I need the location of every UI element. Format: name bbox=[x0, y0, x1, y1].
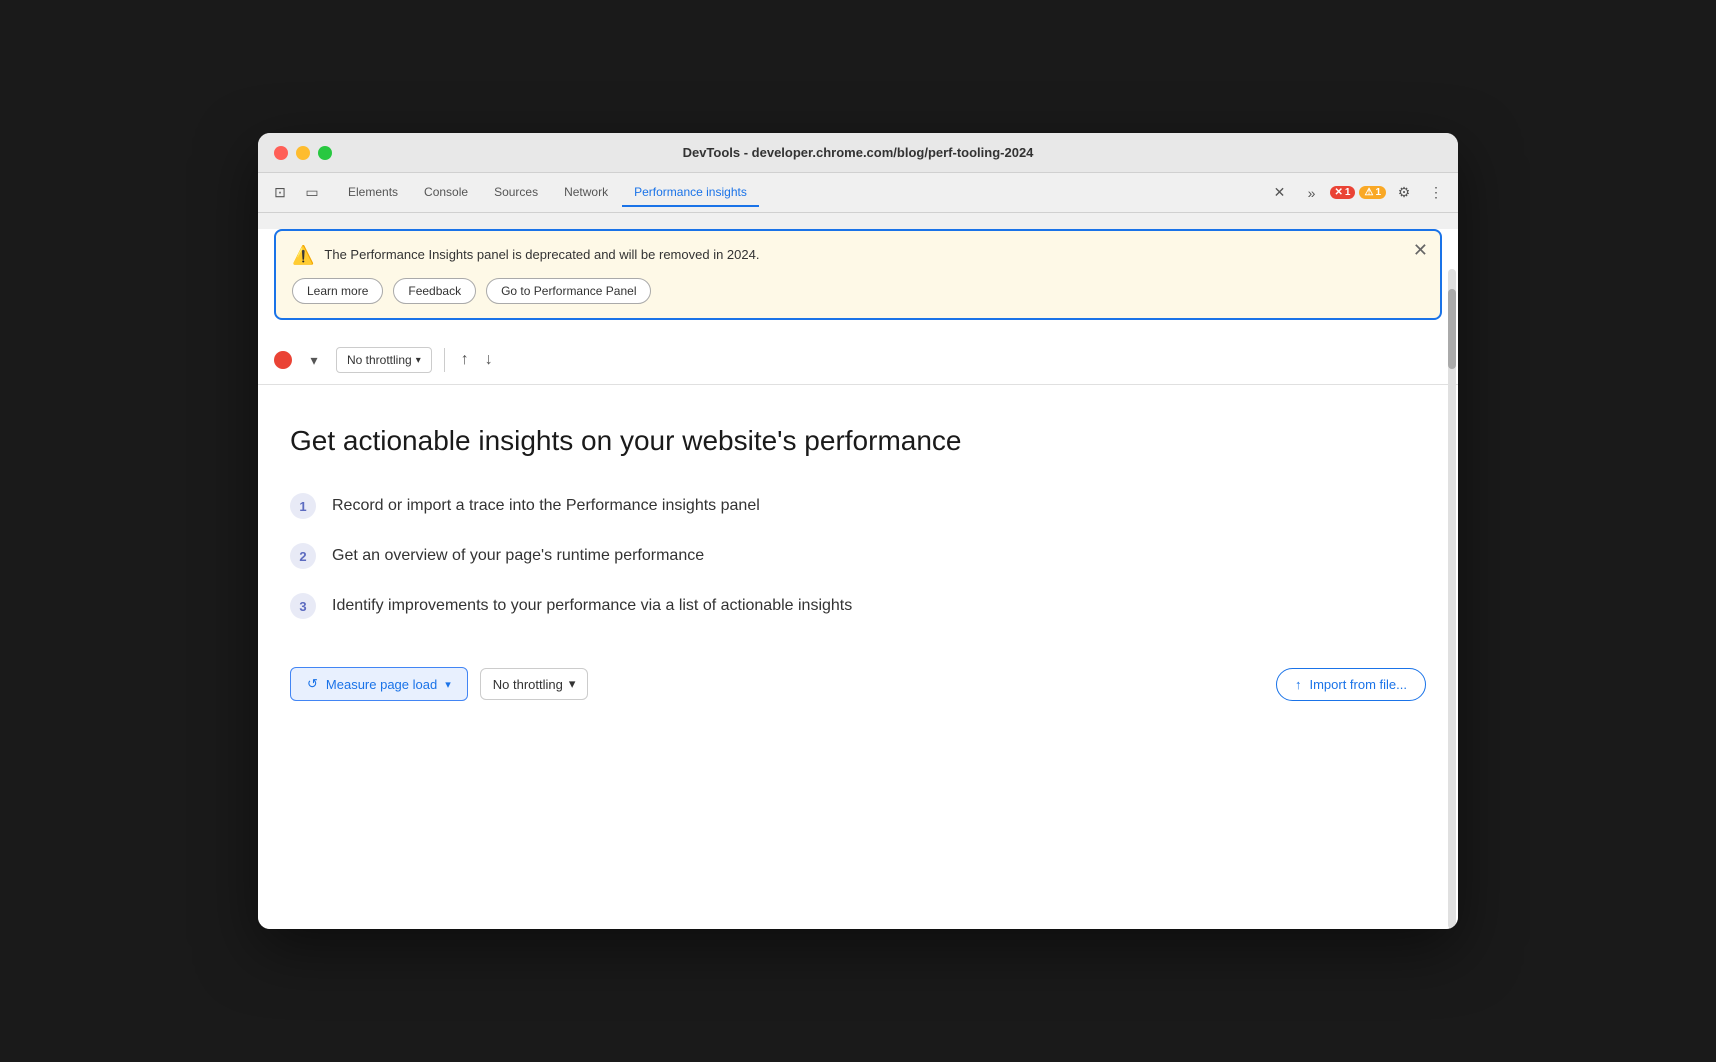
maximize-button[interactable] bbox=[318, 146, 332, 160]
feedback-button[interactable]: Feedback bbox=[393, 278, 476, 304]
measure-page-load-button[interactable]: ↺ Measure page load ▾ bbox=[290, 667, 468, 701]
action-bar: ↺ Measure page load ▾ No throttling ▾ ↑ … bbox=[290, 667, 1426, 701]
banner-warning-icon: ⚠️ bbox=[292, 245, 314, 266]
tab-elements[interactable]: Elements bbox=[336, 179, 410, 207]
banner-message-text: The Performance Insights panel is deprec… bbox=[324, 245, 759, 265]
upload-icon[interactable]: ↑ bbox=[457, 347, 473, 373]
throttling-value: No throttling bbox=[347, 353, 412, 367]
step-number-3: 3 bbox=[290, 593, 316, 619]
warning-icon: ⚠ bbox=[1364, 187, 1373, 198]
window-title: DevTools - developer.chrome.com/blog/per… bbox=[683, 145, 1034, 160]
throttle-select-value: No throttling bbox=[493, 677, 563, 692]
measure-label: Measure page load bbox=[326, 677, 437, 692]
import-from-file-button[interactable]: ↑ Import from file... bbox=[1276, 668, 1426, 701]
device-icon[interactable]: ▭ bbox=[298, 179, 326, 207]
scrollbar[interactable] bbox=[1448, 269, 1456, 929]
refresh-icon: ↺ bbox=[307, 676, 318, 692]
warning-badge: ⚠ 1 bbox=[1359, 186, 1386, 199]
close-panel-icon[interactable]: ✕ bbox=[1266, 179, 1294, 207]
minimize-button[interactable] bbox=[296, 146, 310, 160]
step-text-1: Record or import a trace into the Perfor… bbox=[332, 497, 760, 515]
import-label: Import from file... bbox=[1309, 677, 1407, 692]
deprecation-banner: ⚠️ The Performance Insights panel is dep… bbox=[274, 229, 1442, 320]
main-title: Get actionable insights on your website'… bbox=[290, 425, 1426, 457]
list-item: 3 Identify improvements to your performa… bbox=[290, 593, 1426, 619]
step-number-2: 2 bbox=[290, 543, 316, 569]
toolbar-separator bbox=[444, 348, 445, 372]
throttle-select-dropdown[interactable]: No throttling ▾ bbox=[480, 668, 589, 700]
settings-icon[interactable]: ⚙ bbox=[1390, 179, 1418, 207]
main-content: Get actionable insights on your website'… bbox=[258, 385, 1458, 741]
throttling-arrow-icon: ▾ bbox=[416, 355, 421, 366]
inspect-icon[interactable]: ⊡ bbox=[266, 179, 294, 207]
steps-list: 1 Record or import a trace into the Perf… bbox=[290, 493, 1426, 619]
scrollbar-thumb[interactable] bbox=[1448, 289, 1456, 369]
record-dropdown-icon[interactable]: ▾ bbox=[300, 346, 328, 374]
devtools-tab-bar: ⊡ ▭ Elements Console Sources Network Per… bbox=[258, 173, 1458, 213]
tab-performance-insights[interactable]: Performance insights bbox=[622, 179, 759, 207]
import-icon: ↑ bbox=[1295, 677, 1302, 692]
error-icon: ✕ bbox=[1335, 187, 1343, 198]
download-icon[interactable]: ↓ bbox=[481, 347, 497, 373]
more-tabs-icon[interactable]: » bbox=[1298, 179, 1326, 207]
tab-sources[interactable]: Sources bbox=[482, 179, 550, 207]
measure-dropdown-icon: ▾ bbox=[445, 678, 451, 691]
go-to-performance-button[interactable]: Go to Performance Panel bbox=[486, 278, 651, 304]
step-text-2: Get an overview of your page's runtime p… bbox=[332, 547, 704, 565]
close-banner-button[interactable]: ✕ bbox=[1413, 241, 1428, 259]
toolbar: ▾ No throttling ▾ ↑ ↓ bbox=[258, 336, 1458, 385]
step-number-1: 1 bbox=[290, 493, 316, 519]
record-button[interactable] bbox=[274, 351, 292, 369]
tab-console[interactable]: Console bbox=[412, 179, 480, 207]
list-item: 1 Record or import a trace into the Perf… bbox=[290, 493, 1426, 519]
tab-network[interactable]: Network bbox=[552, 179, 620, 207]
close-button[interactable] bbox=[274, 146, 288, 160]
throttle-select-arrow-icon: ▾ bbox=[569, 676, 576, 692]
step-text-3: Identify improvements to your performanc… bbox=[332, 597, 852, 615]
list-item: 2 Get an overview of your page's runtime… bbox=[290, 543, 1426, 569]
error-badge: ✕ 1 bbox=[1330, 186, 1356, 199]
throttling-dropdown[interactable]: No throttling ▾ bbox=[336, 347, 432, 373]
more-options-icon[interactable]: ⋮ bbox=[1422, 179, 1450, 207]
learn-more-button[interactable]: Learn more bbox=[292, 278, 383, 304]
